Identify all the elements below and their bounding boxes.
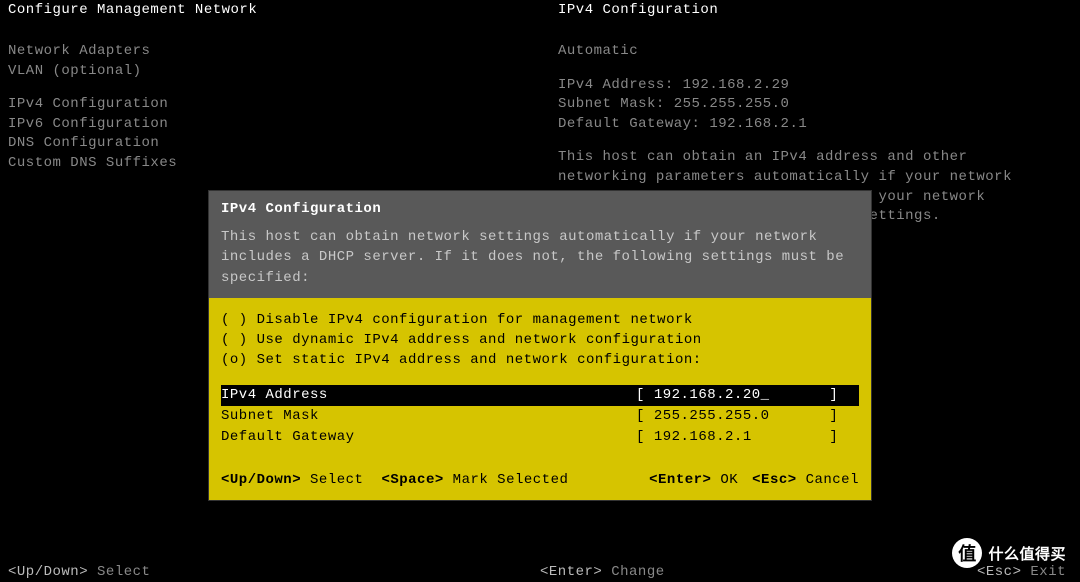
bottom-hint-updown: <Up/Down> Select — [8, 564, 540, 580]
hint-esc-cancel[interactable]: <Esc> Cancel — [752, 472, 859, 488]
hint-label: Select — [97, 564, 150, 580]
radio-label: Set static IPv4 address and network conf… — [257, 350, 702, 370]
bracket-open-icon: [ — [636, 406, 654, 427]
radio-option-static[interactable]: (o) Set static IPv4 address and network … — [221, 350, 859, 370]
sidebar-item-ipv6[interactable]: IPv6 Configuration — [8, 115, 540, 135]
info-gateway-label: Default Gateway: — [558, 116, 700, 132]
sidebar-item-ipv4[interactable]: IPv4 Configuration — [8, 95, 540, 115]
info-ipv4-label: IPv4 Address: — [558, 77, 674, 93]
info-ipv4-value: 192.168.2.29 — [683, 77, 790, 93]
hint-space: <Space> Mark Selected — [381, 472, 568, 488]
key-esc: <Esc> — [752, 472, 797, 488]
footer-right: <Enter> OK <Esc> Cancel — [649, 472, 859, 488]
key-updown: <Up/Down> — [8, 564, 88, 580]
hint-label: Change — [611, 564, 664, 580]
hint-label: Cancel — [806, 472, 859, 488]
field-default-gateway[interactable]: Default Gateway [ 192.168.2.1 ] — [221, 427, 859, 448]
bracket-close-icon: ] — [794, 427, 839, 448]
radio-marker: ( ) — [221, 310, 248, 330]
esxi-dcui-screen: Configure Management Network IPv4 Config… — [0, 0, 1080, 582]
hint-updown: <Up/Down> Select — [221, 472, 363, 488]
info-mask: Subnet Mask: 255.255.255.0 — [558, 95, 1080, 115]
key-space: <Space> — [381, 472, 443, 488]
dialog-footer: <Up/Down> Select <Space> Mark Selected <… — [221, 472, 859, 488]
bottom-bar: <Up/Down> Select <Enter> Change <Esc> Ex… — [0, 546, 1080, 582]
radio-option-disable[interactable]: ( ) Disable IPv4 configuration for manag… — [221, 310, 859, 330]
key-updown: <Up/Down> — [221, 472, 301, 488]
bracket-close-icon: ] — [794, 385, 839, 406]
bracket-open-icon: [ — [636, 427, 654, 448]
sidebar-item-vlan[interactable]: VLAN (optional) — [8, 62, 540, 82]
header-right-title: IPv4 Configuration — [540, 2, 1080, 18]
dialog-body: ( ) Disable IPv4 configuration for manag… — [209, 298, 871, 500]
bracket-close-icon: ] — [794, 406, 839, 427]
watermark-icon: 值 — [952, 538, 982, 568]
radio-option-dynamic[interactable]: ( ) Use dynamic IPv4 address and network… — [221, 330, 859, 350]
dialog-description: This host can obtain network settings au… — [221, 227, 859, 288]
field-value[interactable]: 255.255.255.0 — [654, 406, 794, 427]
bracket-open-icon: [ — [636, 385, 654, 406]
info-mask-label: Subnet Mask: — [558, 96, 665, 112]
info-mask-value: 255.255.255.0 — [674, 96, 790, 112]
hint-enter-ok[interactable]: <Enter> OK — [649, 472, 738, 488]
hint-label: Select — [310, 472, 363, 488]
sidebar-item-dns-suffixes[interactable]: Custom DNS Suffixes — [8, 154, 540, 174]
field-label: IPv4 Address — [221, 385, 636, 406]
watermark: 值 什么值得买 — [952, 538, 1066, 568]
header-row: Configure Management Network IPv4 Config… — [0, 0, 1080, 20]
radio-label: Use dynamic IPv4 address and network con… — [257, 330, 702, 350]
key-enter: <Enter> — [540, 564, 602, 580]
field-subnet-mask[interactable]: Subnet Mask [ 255.255.255.0 ] — [221, 406, 859, 427]
watermark-text: 什么值得买 — [988, 543, 1066, 564]
key-enter: <Enter> — [649, 472, 711, 488]
info-ipv4: IPv4 Address: 192.168.2.29 — [558, 76, 1080, 96]
field-value[interactable]: 192.168.2.20_ — [654, 385, 794, 406]
sidebar-group-1: Network Adapters VLAN (optional) — [8, 42, 540, 81]
hint-label: OK — [720, 472, 738, 488]
field-list: IPv4 Address [ 192.168.2.20_ ] Subnet Ma… — [221, 385, 859, 448]
info-gateway: Default Gateway: 192.168.2.1 — [558, 115, 1080, 135]
sidebar-item-dns[interactable]: DNS Configuration — [8, 134, 540, 154]
ipv4-config-dialog: IPv4 Configuration This host can obtain … — [208, 190, 872, 501]
header-left-title: Configure Management Network — [0, 2, 540, 18]
field-ipv4-address[interactable]: IPv4 Address [ 192.168.2.20_ ] — [221, 385, 859, 406]
field-value[interactable]: 192.168.2.1 — [654, 427, 794, 448]
info-gateway-value: 192.168.2.1 — [709, 116, 807, 132]
bottom-hint-enter: <Enter> Change — [540, 564, 977, 580]
radio-marker: (o) — [221, 350, 248, 370]
field-label: Subnet Mask — [221, 406, 636, 427]
field-label: Default Gateway — [221, 427, 636, 448]
info-mode: Automatic — [558, 42, 1080, 62]
radio-list: ( ) Disable IPv4 configuration for manag… — [221, 310, 859, 371]
hint-label: Mark Selected — [453, 472, 569, 488]
dialog-header: IPv4 Configuration This host can obtain … — [209, 191, 871, 298]
radio-marker: ( ) — [221, 330, 248, 350]
sidebar-group-2: IPv4 Configuration IPv6 Configuration DN… — [8, 95, 540, 173]
radio-label: Disable IPv4 configuration for managemen… — [257, 310, 693, 330]
sidebar-item-network-adapters[interactable]: Network Adapters — [8, 42, 540, 62]
dialog-title: IPv4 Configuration — [221, 201, 859, 217]
